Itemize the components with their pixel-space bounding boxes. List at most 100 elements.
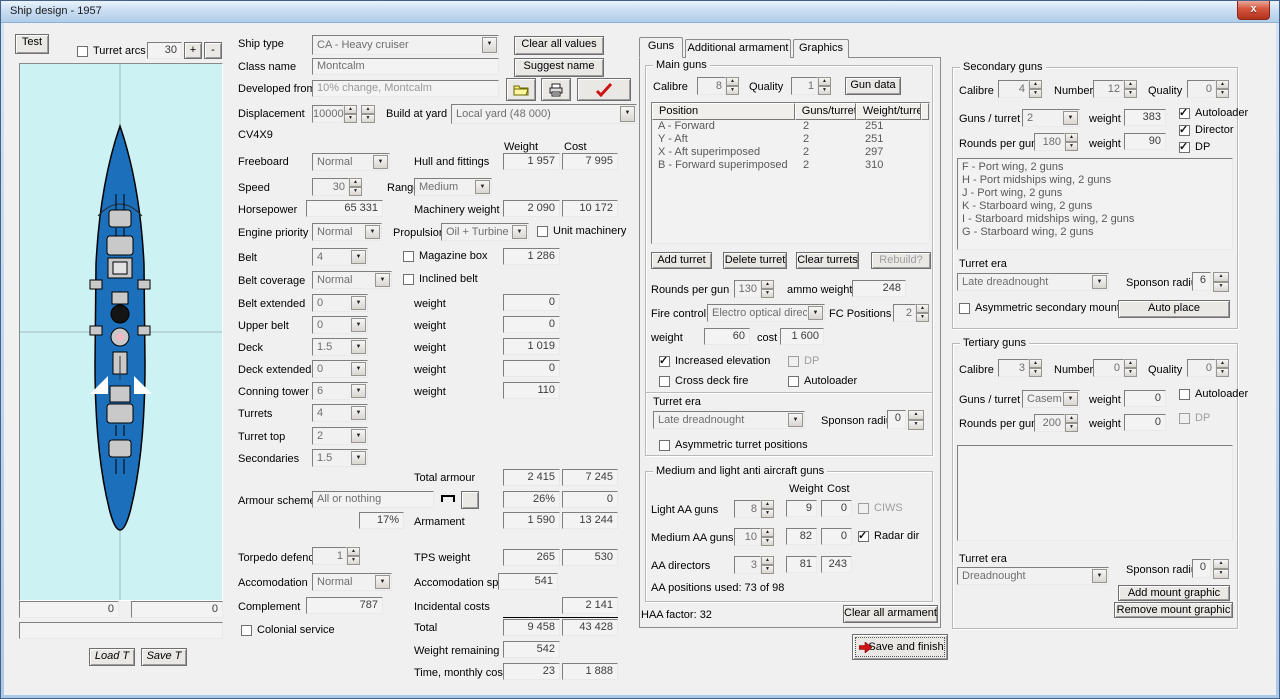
armour-scheme-button[interactable]: [461, 491, 479, 509]
light-aa-spinner[interactable]: 8 ▲▼: [734, 500, 774, 518]
auto-place-button[interactable]: Auto place: [1118, 300, 1230, 318]
medium-aa-spinner[interactable]: 10 ▲▼: [734, 528, 774, 546]
deck-extended-dropdown[interactable]: 0 ▼: [312, 360, 368, 378]
fire-control-dropdown[interactable]: Electro optical director ▼: [707, 304, 825, 322]
save-template-button[interactable]: Save T: [141, 648, 187, 666]
displacement-spinner[interactable]: 10000 ▲▼: [312, 105, 357, 123]
close-button[interactable]: x: [1237, 1, 1270, 20]
secondaries-dropdown[interactable]: 1.5 ▼: [312, 449, 368, 467]
spinner-up-down[interactable]: ▲▼: [916, 304, 929, 322]
remove-mount-graphic-button[interactable]: Remove mount graphic: [1114, 602, 1233, 618]
spinner-up-down[interactable]: ▲▼: [1216, 359, 1229, 377]
table-row[interactable]: X - Aft superimposed 2 297: [652, 146, 929, 159]
secondary-turret-era-dropdown[interactable]: Late dreadnought ▼: [957, 273, 1109, 291]
conning-tower-dropdown[interactable]: 6 ▼: [312, 382, 368, 400]
turret-top-dropdown[interactable]: 2 ▼: [312, 427, 368, 445]
spinner-up-down[interactable]: ▲▼: [349, 178, 362, 196]
add-mount-graphic-button[interactable]: Add mount graphic: [1118, 585, 1230, 601]
list-item[interactable]: J - Port wing, 2 guns: [962, 187, 1232, 200]
list-item[interactable]: F - Port wing, 2 guns: [962, 161, 1232, 174]
spinner-up-down[interactable]: ▲▼: [761, 556, 774, 574]
table-row[interactable]: A - Forward 2 251: [652, 120, 929, 133]
delete-turret-button[interactable]: Delete turret: [723, 252, 787, 269]
sponson-up-down[interactable]: ▲▼: [908, 410, 924, 430]
torpedo-defence-spinner[interactable]: 1 ▲▼: [312, 547, 360, 565]
list-item[interactable]: H - Port midships wing, 2 guns: [962, 174, 1232, 187]
tertiary-rounds-spinner[interactable]: 200 ▲▼: [1034, 414, 1078, 432]
table-row[interactable]: Y - Aft 2 251: [652, 133, 929, 146]
turrets-dropdown[interactable]: 4 ▼: [312, 404, 368, 422]
main-rounds-spinner[interactable]: 130 ▲▼: [734, 280, 774, 298]
displacement-fine-up-down[interactable]: ▲▼: [361, 105, 375, 123]
secondary-guns-per-turret-dropdown[interactable]: 2 ▼: [1022, 109, 1080, 127]
spinner-up-down[interactable]: ▲▼: [818, 77, 831, 95]
spinner-up-down[interactable]: ▲▼: [347, 547, 360, 565]
add-turret-button[interactable]: Add turret: [651, 252, 712, 269]
list-item[interactable]: I - Starboard midships wing, 2 guns: [962, 213, 1232, 226]
secondary-quality-spinner[interactable]: 0 ▲▼: [1187, 80, 1229, 98]
spinner-up-down[interactable]: ▲▼: [726, 77, 739, 95]
spinner-up-down[interactable]: ▲▼: [1065, 133, 1078, 151]
spinner-up-down[interactable]: ▲▼: [761, 280, 774, 298]
list-item[interactable]: K - Starboard wing, 2 guns: [962, 200, 1232, 213]
confirm-button[interactable]: [577, 78, 631, 101]
tertiary-positions-list[interactable]: [957, 445, 1233, 541]
secondary-positions-list[interactable]: F - Port wing, 2 guns H - Port midships …: [957, 158, 1233, 250]
armour-scheme-field[interactable]: All or nothing: [312, 491, 434, 508]
class-name-field[interactable]: Montcalm: [312, 58, 499, 75]
spinner-up-down[interactable]: ▲▼: [1216, 80, 1229, 98]
freeboard-dropdown[interactable]: Normal ▼: [312, 153, 390, 171]
arc-plus-button[interactable]: +: [184, 42, 202, 59]
propulsion-dropdown[interactable]: Oil + Turbine ▼: [441, 223, 529, 241]
test-button[interactable]: Test: [15, 34, 49, 54]
spinner-up-down[interactable]: ▲▼: [1124, 359, 1137, 377]
fc-positions-spinner[interactable]: 2 ▲▼: [893, 304, 929, 322]
turret-position-table[interactable]: Position Guns/turret Weight/turret A - F…: [651, 102, 930, 244]
open-button[interactable]: [506, 78, 536, 101]
weight-per-turret-column-header[interactable]: Weight/turret: [856, 103, 921, 120]
spinner-up-down[interactable]: ▲▼: [1065, 414, 1078, 432]
tab-additional-armament[interactable]: Additional armament: [685, 39, 791, 58]
spinner-up-down[interactable]: ▲▼: [344, 105, 357, 123]
table-row[interactable]: B - Forward superimposed 2 310: [652, 159, 929, 172]
tab-graphics[interactable]: Graphics: [793, 39, 849, 58]
secondary-number-spinner[interactable]: 12 ▲▼: [1093, 80, 1137, 98]
spinner-up-down[interactable]: ▲▼: [1029, 80, 1042, 98]
accomodation-dropdown[interactable]: Normal ▼: [312, 573, 392, 591]
range-dropdown[interactable]: Medium ▼: [414, 178, 492, 196]
spinner-up-down[interactable]: ▲▼: [1029, 359, 1042, 377]
clear-all-values-button[interactable]: Clear all values: [514, 36, 604, 55]
arc-minus-button[interactable]: -: [204, 42, 222, 59]
belt-dropdown[interactable]: 4 ▼: [312, 248, 368, 266]
secondary-calibre-spinner[interactable]: 4 ▲▼: [998, 80, 1042, 98]
load-template-button[interactable]: Load T: [89, 648, 135, 666]
belt-extended-dropdown[interactable]: 0 ▼: [312, 294, 368, 312]
aa-directors-spinner[interactable]: 3 ▲▼: [734, 556, 774, 574]
secondary-rounds-spinner[interactable]: 180 ▲▼: [1034, 133, 1078, 151]
clear-turrets-button[interactable]: Clear turrets: [796, 252, 859, 269]
tertiary-number-spinner[interactable]: 0 ▲▼: [1093, 359, 1137, 377]
sponson-up-down[interactable]: ▲▼: [1213, 559, 1229, 579]
tab-guns[interactable]: Guns: [639, 37, 683, 58]
tertiary-turret-era-dropdown[interactable]: Dreadnought ▼: [957, 567, 1109, 585]
main-calibre-spinner[interactable]: 8 ▲▼: [697, 77, 739, 95]
clear-all-armament-button[interactable]: Clear all armament: [843, 605, 938, 623]
belt-coverage-dropdown[interactable]: Normal ▼: [312, 271, 392, 289]
guns-per-turret-column-header[interactable]: Guns/turret: [795, 103, 856, 120]
list-item[interactable]: G - Starboard wing, 2 guns: [962, 226, 1232, 239]
spinner-up-down[interactable]: ▲▼: [1124, 80, 1137, 98]
spinner-up-down[interactable]: ▲▼: [761, 528, 774, 546]
main-turret-era-dropdown[interactable]: Late dreadnought ▼: [653, 411, 805, 429]
print-button[interactable]: [541, 78, 571, 101]
ship-design-canvas[interactable]: [19, 63, 223, 601]
main-quality-spinner[interactable]: 1 ▲▼: [791, 77, 831, 95]
build-at-yard-dropdown[interactable]: Local yard (48 000) ▼: [451, 104, 637, 124]
upper-belt-dropdown[interactable]: 0 ▼: [312, 316, 368, 334]
save-and-finish-button[interactable]: Save and finish: [852, 634, 948, 660]
engine-priority-dropdown[interactable]: Normal ▼: [312, 223, 382, 241]
spinner-up-down[interactable]: ▲▼: [761, 500, 774, 518]
gun-data-button[interactable]: Gun data: [845, 77, 901, 95]
speed-spinner[interactable]: 30 ▲▼: [312, 178, 362, 196]
position-column-header[interactable]: Position: [652, 103, 795, 120]
deck-dropdown[interactable]: 1.5 ▼: [312, 338, 368, 356]
